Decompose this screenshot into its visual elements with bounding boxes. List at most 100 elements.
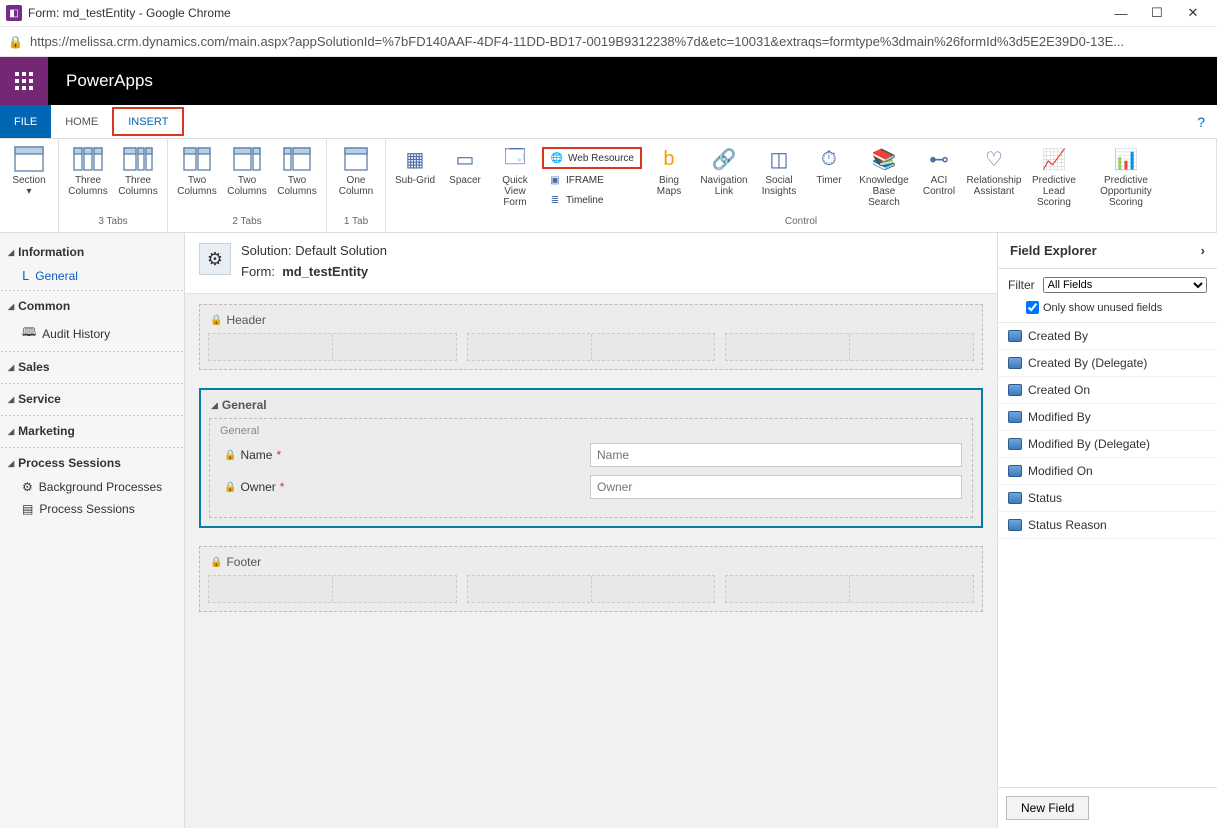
audit-icon: 🕮 xyxy=(22,323,36,344)
ribbon-two-columns-b[interactable]: Two Columns xyxy=(224,143,270,197)
field-icon xyxy=(1008,357,1022,369)
spacer-icon: ▭ xyxy=(449,145,481,173)
ribbon-relationship-assistant[interactable]: ♡Relationship Assistant xyxy=(966,143,1022,197)
three-columns-icon xyxy=(122,145,154,173)
nav-item-audit[interactable]: 🕮Audit History xyxy=(0,319,184,348)
footer-cell-1[interactable] xyxy=(208,575,457,603)
only-unused-label: Only show unused fields xyxy=(1043,302,1162,314)
nav-tabs: FILE HOME INSERT ? xyxy=(0,105,1217,139)
subgrid-icon: ▦ xyxy=(399,145,431,173)
nav-section-common[interactable]: Common xyxy=(0,293,184,319)
field-item[interactable]: Created By xyxy=(998,323,1217,350)
nav-section-process-sessions[interactable]: Process Sessions xyxy=(0,450,184,476)
new-field-button[interactable]: New Field xyxy=(1006,796,1089,820)
field-item[interactable]: Created By (Delegate) xyxy=(998,350,1217,377)
field-row-owner[interactable]: 🔒Owner* xyxy=(220,475,962,499)
field-item[interactable]: Modified On xyxy=(998,458,1217,485)
ribbon-iframe[interactable]: ▣IFRAME xyxy=(542,171,642,189)
field-icon xyxy=(1008,384,1022,396)
ribbon-timer[interactable]: ⏱Timer xyxy=(806,143,852,186)
lock-icon: 🔒 xyxy=(8,35,22,49)
chevron-right-icon[interactable]: › xyxy=(1201,243,1205,258)
minimize-button[interactable]: — xyxy=(1103,6,1139,21)
form-header-section[interactable]: 🔒Header xyxy=(199,304,983,370)
lock-icon: 🔒 xyxy=(210,315,222,326)
tab-home[interactable]: HOME xyxy=(51,105,112,138)
close-window-button[interactable]: ✕ xyxy=(1175,5,1211,21)
ribbon: Section▾ Three Columns Three Columns 3 T… xyxy=(0,139,1217,233)
filter-select[interactable]: All Fields xyxy=(1043,277,1207,293)
ribbon-web-resource[interactable]: 🌐Web Resource xyxy=(542,147,642,169)
page-icon: L xyxy=(22,269,29,283)
field-item[interactable]: Status xyxy=(998,485,1217,512)
nav-item-process-sessions[interactable]: ▤Process Sessions xyxy=(0,498,184,520)
ribbon-nav-link[interactable]: 🔗Navigation Link xyxy=(696,143,752,197)
ribbon-section[interactable]: Section▾ xyxy=(6,143,52,197)
field-item[interactable]: Status Reason xyxy=(998,512,1217,539)
url-text[interactable]: https://melissa.crm.dynamics.com/main.as… xyxy=(30,34,1124,49)
general-section[interactable]: General 🔒Name* 🔒Owner* xyxy=(209,418,973,518)
ribbon-social[interactable]: ◫Social Insights xyxy=(756,143,802,197)
nav-section-marketing[interactable]: Marketing xyxy=(0,418,184,444)
nav-section-service[interactable]: Service xyxy=(0,386,184,412)
ribbon-three-columns-b[interactable]: Three Columns xyxy=(115,143,161,197)
ribbon-timeline[interactable]: ≣Timeline xyxy=(542,191,642,209)
footer-cell-2[interactable] xyxy=(467,575,716,603)
field-icon xyxy=(1008,465,1022,477)
ribbon-predictive-lead[interactable]: 📈Predictive Lead Scoring xyxy=(1026,143,1082,208)
header-cell-3[interactable] xyxy=(725,333,974,361)
ribbon-aci[interactable]: ⊷ACI Control xyxy=(916,143,962,197)
ribbon-quickview[interactable]: 🗔Quick View Form xyxy=(492,143,538,208)
header-cell-1[interactable] xyxy=(208,333,457,361)
ribbon-group-2tabs: 2 Tabs xyxy=(174,216,320,230)
ribbon-subgrid[interactable]: ▦Sub-Grid xyxy=(392,143,438,186)
help-icon[interactable]: ? xyxy=(1197,114,1205,130)
solution-label: Solution: xyxy=(241,243,292,258)
nav-item-general[interactable]: LGeneral xyxy=(0,265,184,287)
iframe-icon: ▣ xyxy=(548,173,562,187)
form-general-tab[interactable]: ◢General General 🔒Name* 🔒Owner* xyxy=(199,388,983,528)
app-title: PowerApps xyxy=(66,71,153,91)
nav-section-information[interactable]: Information xyxy=(0,239,184,265)
field-list: Created By Created By (Delegate) Created… xyxy=(998,323,1217,787)
form-label: Form: xyxy=(241,264,275,279)
header-cell-2[interactable] xyxy=(467,333,716,361)
only-unused-checkbox[interactable] xyxy=(1026,301,1039,314)
sessions-icon: ▤ xyxy=(22,502,33,516)
form-name: md_testEntity xyxy=(282,264,368,279)
field-row-name[interactable]: 🔒Name* xyxy=(220,443,962,467)
lock-icon: 🔒 xyxy=(224,482,236,493)
maximize-button[interactable]: ☐ xyxy=(1139,5,1175,21)
ribbon-predictive-opportunity[interactable]: 📊Predictive Opportunity Scoring xyxy=(1086,143,1166,208)
tab-file[interactable]: FILE xyxy=(0,105,51,138)
ribbon-two-columns-c[interactable]: Two Columns xyxy=(274,143,320,197)
ribbon-two-columns-a[interactable]: Two Columns xyxy=(174,143,220,197)
field-item[interactable]: Modified By (Delegate) xyxy=(998,431,1217,458)
ribbon-spacer[interactable]: ▭Spacer xyxy=(442,143,488,186)
field-item[interactable]: Modified By xyxy=(998,404,1217,431)
name-input[interactable] xyxy=(590,443,962,467)
field-item[interactable]: Created On xyxy=(998,377,1217,404)
owner-input[interactable] xyxy=(590,475,962,499)
form-canvas: ⚙ Solution: Default Solution Form: md_te… xyxy=(185,233,997,828)
app-launcher-button[interactable] xyxy=(0,57,48,105)
ribbon-group-1tab: 1 Tab xyxy=(333,216,379,230)
field-explorer: Field Explorer › Filter All Fields Only … xyxy=(997,233,1217,828)
ra-icon: ♡ xyxy=(978,145,1010,173)
field-explorer-header: Field Explorer › xyxy=(998,233,1217,269)
left-navigation: Information LGeneral Common 🕮Audit Histo… xyxy=(0,233,185,828)
ribbon-kb-search[interactable]: 📚Knowledge Base Search xyxy=(856,143,912,208)
ribbon-three-columns-a[interactable]: Three Columns xyxy=(65,143,111,197)
aci-icon: ⊷ xyxy=(923,145,955,173)
form-footer-section[interactable]: 🔒Footer xyxy=(199,546,983,612)
tab-insert[interactable]: INSERT xyxy=(112,107,184,136)
field-icon xyxy=(1008,492,1022,504)
nav-item-background-processes[interactable]: ⚙Background Processes xyxy=(0,476,184,498)
field-icon xyxy=(1008,519,1022,531)
ribbon-one-column[interactable]: One Column xyxy=(333,143,379,197)
three-columns-icon xyxy=(72,145,104,173)
window-title: Form: md_testEntity - Google Chrome xyxy=(28,6,1103,20)
ribbon-bing-maps[interactable]: bBing Maps xyxy=(646,143,692,197)
footer-cell-3[interactable] xyxy=(725,575,974,603)
nav-section-sales[interactable]: Sales xyxy=(0,354,184,380)
